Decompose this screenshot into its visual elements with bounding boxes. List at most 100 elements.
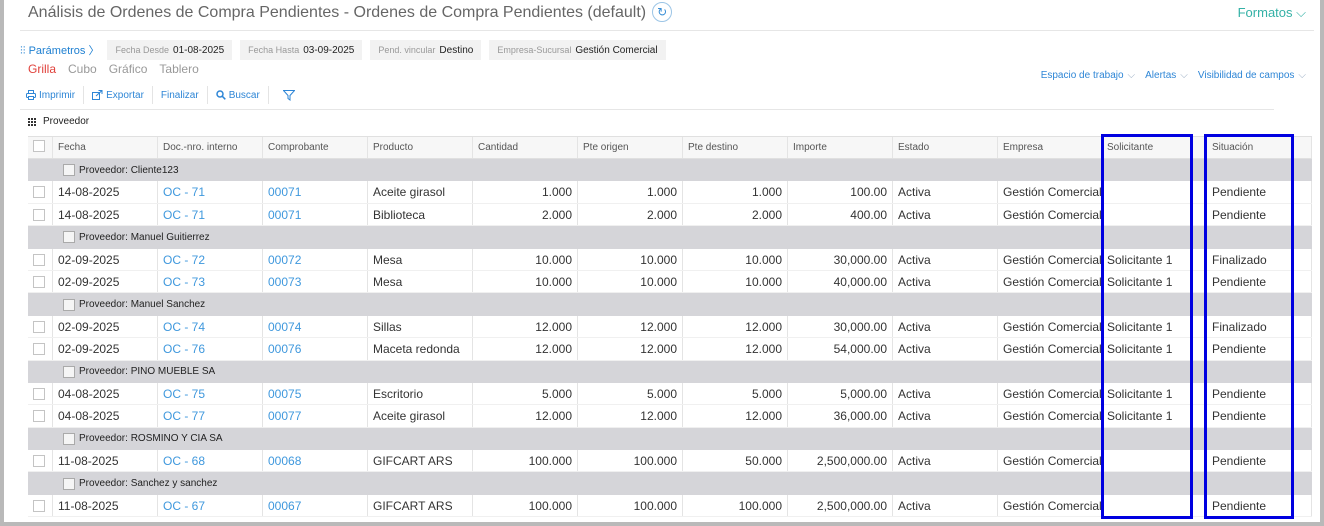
cell-doc[interactable]: OC - 76: [158, 338, 263, 360]
group-checkbox[interactable]: [63, 298, 75, 311]
column-header-producto[interactable]: Producto: [368, 137, 473, 158]
row-checkbox[interactable]: [33, 186, 45, 199]
select-all-checkbox[interactable]: [33, 140, 45, 152]
alerts-menu[interactable]: Alertas ⌵: [1145, 70, 1188, 81]
param-fecha-hasta[interactable]: Fecha Hasta 03-09-2025: [240, 40, 363, 60]
cell-doc[interactable]: OC - 73: [158, 270, 263, 293]
column-header-estado[interactable]: Estado: [893, 137, 998, 158]
cell-doc[interactable]: OC - 72: [158, 248, 263, 270]
group-row[interactable]: Proveedor: Manuel Guitierrez: [28, 226, 1312, 249]
cell-doc[interactable]: OC - 71: [158, 203, 263, 226]
cell-producto: Biblioteca: [368, 203, 473, 226]
row-checkbox[interactable]: [33, 275, 45, 288]
cell-comprobante[interactable]: 00072: [263, 248, 368, 270]
column-header-solicitante[interactable]: Solicitante: [1102, 137, 1207, 158]
cell-comprobante[interactable]: 00071: [263, 203, 368, 226]
group-row[interactable]: Proveedor: PINO MUEBLE SA: [28, 360, 1312, 383]
refresh-icon[interactable]: ↻: [652, 2, 673, 22]
row-checkbox-cell[interactable]: [28, 203, 53, 226]
row-checkbox[interactable]: [33, 499, 45, 512]
field-visibility-menu[interactable]: Visibilidad de campos ⌵: [1198, 70, 1306, 81]
cell-estado: Activa: [893, 181, 998, 203]
column-header-empresa[interactable]: Empresa: [998, 137, 1102, 158]
cell-doc[interactable]: OC - 68: [158, 450, 263, 472]
column-header-situacion[interactable]: Situación: [1207, 137, 1312, 158]
select-all-checkbox-cell[interactable]: [28, 137, 53, 158]
row-checkbox-cell[interactable]: [28, 405, 53, 427]
row-checkbox-cell[interactable]: [28, 270, 53, 293]
tab-tablero[interactable]: Tablero: [159, 62, 198, 76]
tab-grafico[interactable]: Gráfico: [109, 62, 148, 76]
row-checkbox-cell[interactable]: [28, 248, 53, 270]
table-row[interactable]: 02-09-2025 OC - 72 00072 Mesa 10.000 10.000 10…: [28, 248, 1312, 271]
row-checkbox[interactable]: [33, 320, 45, 333]
table-row[interactable]: 02-09-2025 OC - 76 00076 Maceta redonda 12.0…: [28, 338, 1312, 361]
finalize-button[interactable]: Finalizar: [153, 86, 208, 104]
cell-comprobante[interactable]: 00071: [263, 181, 368, 203]
column-header-fecha[interactable]: Fecha: [53, 137, 158, 158]
cell-empresa: Gestión Comercial: [998, 494, 1102, 517]
table-row[interactable]: 11-08-2025 OC - 67 00067 GIFCART ARS 100.000…: [28, 494, 1312, 518]
group-checkbox[interactable]: [63, 231, 75, 244]
column-header-cantidad[interactable]: Cantidad: [473, 137, 578, 158]
export-button[interactable]: Exportar: [84, 86, 153, 104]
param-empresa[interactable]: Empresa-Sucursal Gestión Comercial: [489, 40, 666, 60]
cell-doc[interactable]: OC - 74: [158, 315, 263, 338]
cell-doc[interactable]: OC - 75: [158, 382, 263, 405]
group-by-chip[interactable]: Proveedor: [28, 116, 89, 127]
group-checkbox[interactable]: [63, 365, 75, 378]
parameters-link[interactable]: ⫶⫶ Parámetros 〉: [20, 42, 99, 58]
row-checkbox[interactable]: [33, 208, 45, 221]
tab-grilla[interactable]: Grilla: [28, 62, 56, 76]
row-checkbox[interactable]: [33, 387, 45, 400]
row-checkbox[interactable]: [33, 343, 45, 356]
column-header-pte-origen[interactable]: Pte origen: [578, 137, 683, 158]
table-row[interactable]: 04-08-2025 OC - 75 00075 Escritorio 5.000 5.0…: [28, 382, 1312, 406]
table-row[interactable]: 14-08-2025 OC - 71 00071 Biblioteca 2.000 2.0…: [28, 203, 1312, 227]
column-header-pte-destino[interactable]: Pte destino: [683, 137, 788, 158]
group-checkbox[interactable]: [63, 432, 75, 445]
column-header-importe[interactable]: Importe: [788, 137, 893, 158]
cell-comprobante[interactable]: 00077: [263, 405, 368, 427]
workspace-menu[interactable]: Espacio de trabajo ⌵: [1041, 70, 1135, 81]
table-row[interactable]: 04-08-2025 OC - 77 00077 Aceite girasol 12.0…: [28, 405, 1312, 428]
table-row[interactable]: 02-09-2025 OC - 73 00073 Mesa 10.000 10.000 10…: [28, 270, 1312, 294]
table-row[interactable]: 02-09-2025 OC - 74 00074 Sillas 12.000 12.000…: [28, 315, 1312, 339]
cell-doc[interactable]: OC - 71: [158, 181, 263, 203]
row-checkbox[interactable]: [33, 253, 45, 266]
row-checkbox-cell[interactable]: [28, 450, 53, 472]
row-checkbox-cell[interactable]: [28, 315, 53, 338]
cell-comprobante[interactable]: 00075: [263, 382, 368, 405]
group-row[interactable]: Proveedor: Sanchez y sanchez: [28, 472, 1312, 495]
row-checkbox[interactable]: [33, 410, 45, 423]
filter-button[interactable]: [269, 86, 303, 104]
row-checkbox-cell[interactable]: [28, 494, 53, 517]
table-row[interactable]: 14-08-2025 OC - 71 00071 Aceite girasol 1.00…: [28, 181, 1312, 204]
group-row[interactable]: Proveedor: Cliente123: [28, 159, 1312, 182]
cell-comprobante[interactable]: 00074: [263, 315, 368, 338]
search-button[interactable]: Buscar: [208, 86, 269, 104]
group-checkbox[interactable]: [63, 164, 75, 177]
formatos-menu[interactable]: Formatos ⌵: [1238, 5, 1306, 21]
print-button[interactable]: Imprimir: [26, 86, 85, 104]
column-header-comprobante[interactable]: Comprobante: [263, 137, 368, 158]
group-label: Proveedor: Sanchez y sanchez: [79, 478, 218, 490]
cell-doc[interactable]: OC - 77: [158, 405, 263, 427]
row-checkbox-cell[interactable]: [28, 338, 53, 360]
param-fecha-desde[interactable]: Fecha Desde 01-08-2025: [107, 40, 233, 60]
table-row[interactable]: 11-08-2025 OC - 68 00068 GIFCART ARS 100.000…: [28, 450, 1312, 473]
cell-comprobante[interactable]: 00067: [263, 494, 368, 517]
row-checkbox-cell[interactable]: [28, 382, 53, 405]
param-pend-vincular[interactable]: Pend. vincular Destino: [370, 40, 482, 60]
group-row[interactable]: Proveedor: Manuel Sanchez: [28, 293, 1312, 316]
cell-comprobante[interactable]: 00073: [263, 270, 368, 293]
cell-comprobante[interactable]: 00068: [263, 450, 368, 472]
row-checkbox-cell[interactable]: [28, 181, 53, 203]
cell-doc[interactable]: OC - 67: [158, 494, 263, 517]
group-checkbox[interactable]: [63, 477, 75, 490]
column-header-doc[interactable]: Doc.-nro. interno: [158, 137, 263, 158]
row-checkbox[interactable]: [33, 455, 45, 468]
group-row[interactable]: Proveedor: ROSMINO Y CIA SA: [28, 427, 1312, 451]
tab-cubo[interactable]: Cubo: [68, 62, 97, 76]
cell-comprobante[interactable]: 00076: [263, 338, 368, 360]
